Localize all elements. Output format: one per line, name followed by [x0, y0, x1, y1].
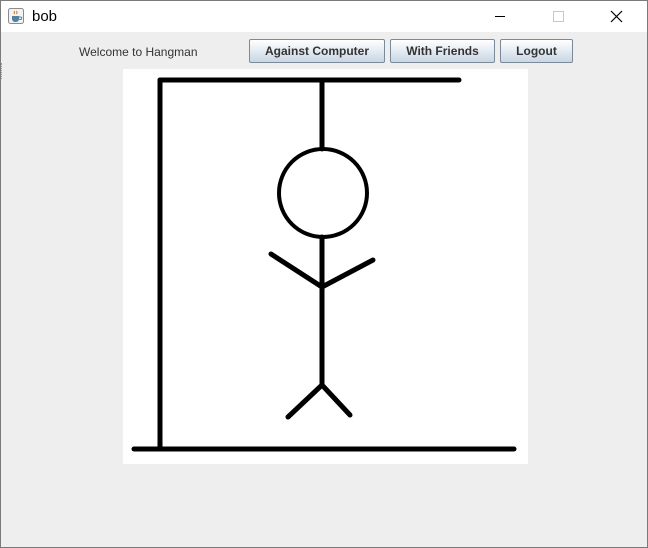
against-computer-button[interactable]: Against Computer	[249, 39, 385, 63]
window-title: bob	[32, 8, 58, 25]
hangman-canvas	[123, 69, 528, 464]
close-button[interactable]	[593, 1, 639, 32]
window-edge-marker	[1, 63, 4, 79]
java-cup-icon	[8, 8, 24, 24]
app-window: bob Welcome to Hangman Against Computer …	[0, 0, 648, 548]
close-icon	[610, 10, 623, 23]
hangman-right-leg	[319, 382, 353, 418]
title-bar[interactable]: bob	[1, 1, 647, 32]
welcome-label: Welcome to Hangman	[79, 45, 198, 59]
hangman-head	[277, 147, 369, 239]
minimize-button[interactable]	[477, 1, 523, 32]
maximize-icon	[553, 11, 564, 22]
hangman-left-arm	[268, 251, 325, 290]
minimize-icon	[495, 16, 505, 17]
maximize-button[interactable]	[535, 1, 581, 32]
hangman-drawing	[131, 77, 517, 452]
hangman-right-arm	[319, 257, 376, 290]
hangman-left-leg	[285, 382, 325, 420]
with-friends-button[interactable]: With Friends	[390, 39, 495, 63]
logout-button[interactable]: Logout	[500, 39, 573, 63]
